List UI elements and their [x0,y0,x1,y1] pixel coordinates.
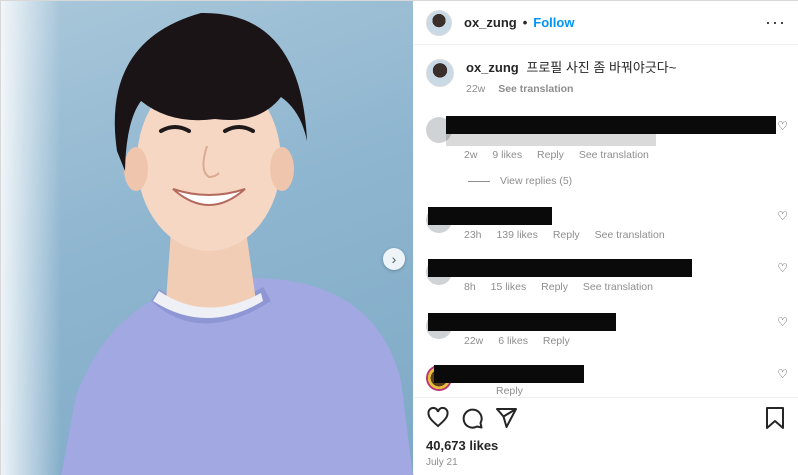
redacted-comment [434,365,584,383]
chevron-right-icon: › [391,251,397,267]
comment-item: 8h 15 likes Reply See translation ♡ [426,255,798,305]
comment-likes[interactable]: 139 likes [496,229,537,241]
post-details-panel: ox_zung • Follow ··· ox_zung 프로필 사진 좀 바꿔… [414,1,798,475]
reply-button[interactable]: Reply [496,385,523,397]
header-username[interactable]: ox_zung [464,15,517,30]
caption-age: 22w [466,83,486,95]
separator-dot: • [522,15,528,30]
comment-icon[interactable] [460,406,484,430]
reply-button[interactable]: Reply [543,335,570,347]
divider-line [468,180,490,182]
redacted-comment [428,313,616,331]
heart-icon[interactable] [426,406,450,430]
comment-item: 2w 9 likes Reply See translation ♡ View … [426,113,798,203]
comment-age: 22w [464,335,484,347]
post-caption: ox_zung 프로필 사진 좀 바꿔야긋다~ 22w See translat… [426,59,676,95]
post-photo[interactable]: › [1,1,413,475]
comment-age: 23h [464,229,482,241]
redacted-comment [428,259,692,277]
comment-item: Reply ♡ [426,361,798,397]
portrait-illustration [61,12,413,475]
action-bar: 40,673 likes July 21 [414,397,798,475]
comment-age: 2w [464,149,478,161]
reply-button[interactable]: Reply [553,229,580,241]
view-replies-button[interactable]: View replies (5) [468,175,572,187]
see-translation-link[interactable]: See translation [579,149,649,161]
share-icon[interactable] [494,406,518,430]
more-horizontal-icon[interactable]: ··· [765,12,786,33]
comments-list[interactable]: ox_zung 프로필 사진 좀 바꿔야긋다~ 22w See translat… [414,45,798,397]
heart-icon[interactable]: ♡ [777,367,788,381]
caption-text: 프로필 사진 좀 바꿔야긋다~ [526,60,677,75]
comment-likes[interactable]: 6 likes [498,335,528,347]
redacted-comment [446,116,776,134]
heart-icon[interactable]: ♡ [777,119,788,133]
view-replies-label: View replies (5) [500,175,573,187]
heart-icon[interactable]: ♡ [777,315,788,329]
avatar[interactable] [426,59,454,87]
see-translation-link[interactable]: See translation [583,281,653,293]
caption-username[interactable]: ox_zung [466,60,519,75]
see-translation-link[interactable]: See translation [498,83,573,95]
likes-count[interactable]: 40,673 likes [426,438,498,453]
see-translation-link[interactable]: See translation [595,229,665,241]
avatar[interactable] [426,9,452,36]
reply-button[interactable]: Reply [537,149,564,161]
next-photo-button[interactable]: › [383,248,405,270]
post-header: ox_zung • Follow ··· [414,1,798,45]
heart-icon[interactable]: ♡ [777,209,788,223]
comment-item: 22w 6 likes Reply ♡ [426,309,798,359]
comment-likes[interactable]: 15 likes [491,281,527,293]
photo-fade [1,1,61,475]
comment-age: 8h [464,281,476,293]
redacted-comment [428,207,552,225]
instagram-post-window: › ox_zung • Follow ··· ox_zung 프로필 사진 좀 … [0,0,798,475]
post-date: July 21 [426,457,458,468]
redacted-comment-line [446,134,656,146]
comment-item: 23h 139 likes Reply See translation ♡ [426,203,798,253]
heart-icon[interactable]: ♡ [777,261,788,275]
reply-button[interactable]: Reply [541,281,568,293]
bookmark-icon[interactable] [764,406,786,430]
comment-likes[interactable]: 9 likes [492,149,522,161]
follow-button[interactable]: Follow [533,15,574,30]
